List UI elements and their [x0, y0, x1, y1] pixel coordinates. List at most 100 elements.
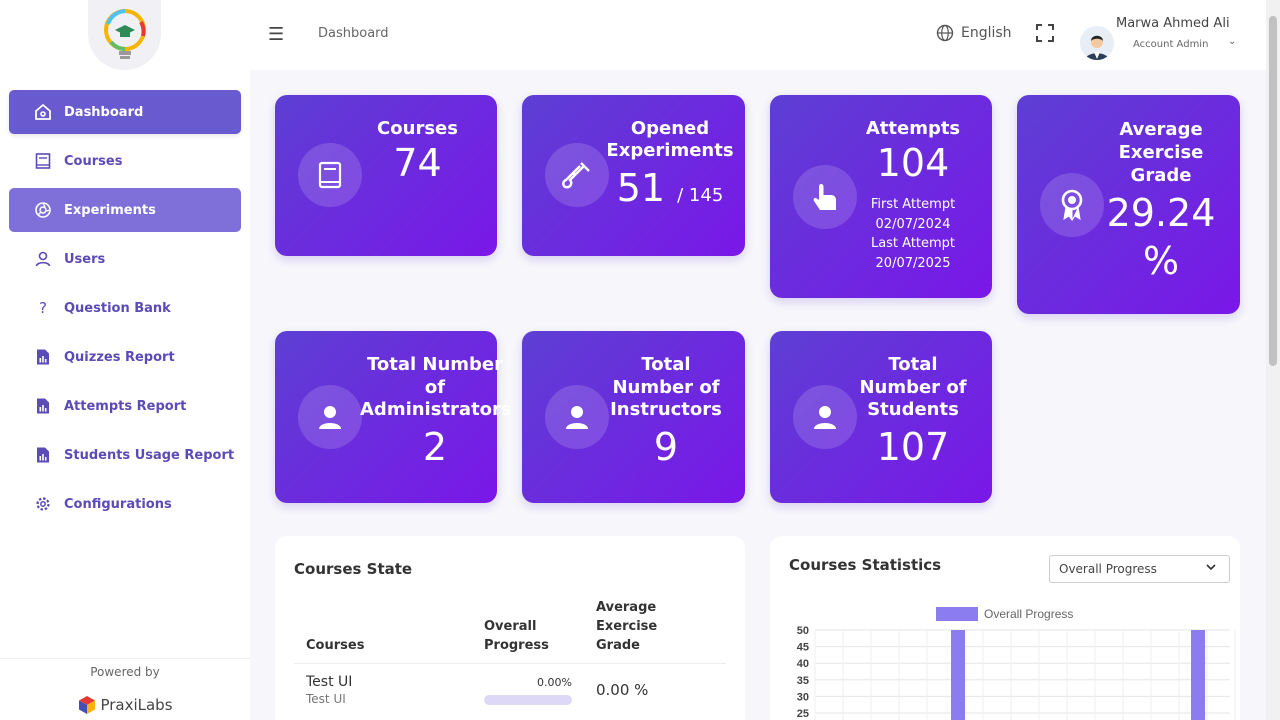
- card-title: Total Number of Instructors: [609, 354, 723, 422]
- award-ribbon-icon: [1040, 173, 1104, 237]
- y-tick-label: 30: [797, 691, 809, 703]
- statistics-select[interactable]: Overall Progress: [1049, 555, 1230, 583]
- report-icon: [34, 348, 52, 366]
- vertical-scrollbar[interactable]: [1266, 0, 1280, 720]
- first-attempt-date: 02/07/2024: [875, 216, 951, 232]
- sidebar-item-label: Experiments: [64, 202, 156, 218]
- sidebar-item-dashboard[interactable]: Dashboard: [9, 90, 241, 134]
- card-value: 107: [876, 425, 950, 469]
- test-tube-icon: [545, 143, 609, 207]
- card-title-line: Total: [641, 354, 691, 375]
- sidebar-item-configurations[interactable]: Configurations: [9, 482, 241, 526]
- sidebar-item-users[interactable]: Users: [9, 237, 241, 281]
- y-tick-label: 40: [797, 658, 809, 670]
- cube-logo-icon: [79, 696, 96, 714]
- grade-value: 0.00 %: [596, 681, 649, 699]
- card-title-line: of: [424, 376, 446, 398]
- experiments-card[interactable]: Opened Experiments 51 / 145: [522, 95, 745, 256]
- opened-count: 51: [616, 166, 666, 210]
- y-tick-label: 45: [797, 642, 809, 654]
- praxilabs-logo[interactable]: PraxiLabs: [0, 695, 250, 715]
- card-title-line: Exercise: [1118, 142, 1204, 163]
- card-title-line: Number of: [859, 376, 967, 398]
- powered-by-footer: Powered by PraxiLabs: [0, 658, 250, 720]
- report-icon: [34, 397, 52, 415]
- sidebar-item-experiments[interactable]: Experiments: [9, 188, 241, 232]
- table-row[interactable]: Test UI Test UI 0.00% 0.00 %: [294, 664, 726, 717]
- header-line: Overall: [484, 619, 537, 634]
- card-title-line: Average: [1119, 119, 1203, 140]
- card-value: 74: [393, 141, 442, 185]
- courses-statistics-chart: 50 45 40 35 30 25 Overall Progress: [797, 607, 1236, 720]
- courses-card[interactable]: Courses 74: [275, 95, 497, 256]
- language-switcher[interactable]: English: [936, 24, 1012, 42]
- card-title: Total Number of Students: [855, 354, 971, 422]
- user-menu[interactable]: Marwa Ahmed Ali Account Admin ⌄: [1080, 14, 1250, 64]
- card-value: 9: [653, 425, 679, 469]
- column-header-progress: Overall Progress: [472, 594, 584, 664]
- fullscreen-icon[interactable]: [1036, 24, 1054, 46]
- card-value: 104: [876, 141, 950, 185]
- students-card[interactable]: Total Number of Students 107: [770, 331, 992, 503]
- courses-state-panel: Courses State Courses Overall Progress A…: [275, 536, 745, 720]
- card-title-line: Total Number: [366, 354, 504, 375]
- header-line: Average Exercise: [596, 600, 658, 634]
- attempt-dates: First Attempt 02/07/2024 Last Attempt 20…: [855, 195, 971, 273]
- sidebar-item-courses[interactable]: Courses: [9, 139, 241, 183]
- header-line: Progress: [484, 638, 549, 653]
- card-value: 29.24 %: [1104, 189, 1218, 285]
- y-tick-label: 25: [797, 708, 809, 720]
- first-attempt-label: First Attempt: [870, 197, 956, 212]
- legend-label[interactable]: Overall Progress: [984, 607, 1073, 621]
- column-header-grade: Average Exercise Grade: [584, 594, 726, 664]
- course-subtitle: Test UI: [306, 692, 346, 706]
- y-tick-label: 35: [797, 675, 809, 687]
- card-title-line: Experiments: [606, 140, 734, 161]
- chevron-down-icon: [1205, 561, 1217, 576]
- card-title-line: Number of: [612, 376, 720, 398]
- column-header-courses: Courses: [294, 594, 472, 664]
- chart-bar[interactable]: [951, 630, 965, 720]
- y-tick-label: 50: [797, 625, 809, 637]
- card-title-line: Total: [888, 354, 938, 375]
- card-title-line: Administrators: [360, 399, 512, 420]
- administrators-card[interactable]: Total Number of Administrators 2: [275, 331, 512, 503]
- attempts-card[interactable]: Attempts 104 First Attempt 02/07/2024 La…: [770, 95, 992, 298]
- sidebar-item-question-bank[interactable]: ? Question Bank: [9, 286, 241, 330]
- question-icon: ?: [39, 299, 47, 317]
- legend-swatch: [936, 607, 978, 621]
- instructors-card[interactable]: Total Number of Instructors 9: [522, 331, 745, 503]
- chart-bar[interactable]: [1191, 630, 1205, 720]
- card-title: Attempts: [865, 118, 961, 139]
- select-value: Overall Progress: [1059, 562, 1157, 576]
- card-title-line: Instructors: [610, 399, 722, 420]
- scrollbar-thumb[interactable]: [1269, 16, 1277, 366]
- app-logo[interactable]: [88, 0, 161, 70]
- panel-title: Courses State: [294, 560, 413, 578]
- sidebar-item-students-usage-report[interactable]: Students Usage Report: [9, 433, 241, 477]
- avatar: [1080, 26, 1114, 60]
- sidebar-item-attempts-report[interactable]: Attempts Report: [9, 384, 241, 428]
- sidebar-item-quizzes-report[interactable]: Quizzes Report: [9, 335, 241, 379]
- average-grade-card[interactable]: Average Exercise Grade 29.24 %: [1017, 95, 1240, 314]
- brand-name: PraxiLabs: [100, 696, 173, 714]
- gear-icon: [34, 495, 52, 513]
- aperture-icon: [34, 201, 52, 219]
- table-header-row: Courses Overall Progress Average Exercis…: [294, 594, 726, 664]
- grade-value: 29.24: [1106, 191, 1216, 235]
- panel-title: Courses Statistics: [789, 556, 942, 574]
- user-icon: [34, 250, 52, 268]
- header-line: Grade: [596, 638, 640, 653]
- powered-by-label: Powered by: [90, 665, 160, 679]
- total-count: / 145: [677, 185, 724, 206]
- courses-state-table: Courses Overall Progress Average Exercis…: [294, 594, 726, 716]
- sidebar-nav: Dashboard Courses Experiments Users ? Qu…: [9, 90, 241, 531]
- grade-unit: %: [1142, 239, 1180, 283]
- home-icon: [34, 103, 52, 121]
- card-title: Total Number of Administrators: [360, 354, 512, 422]
- globe-icon: [936, 24, 954, 42]
- card-value: 2: [422, 425, 448, 469]
- hamburger-menu-icon[interactable]: ☰: [268, 24, 284, 45]
- course-cell: Test UI Test UI: [294, 664, 472, 717]
- breadcrumb: Dashboard: [318, 26, 389, 41]
